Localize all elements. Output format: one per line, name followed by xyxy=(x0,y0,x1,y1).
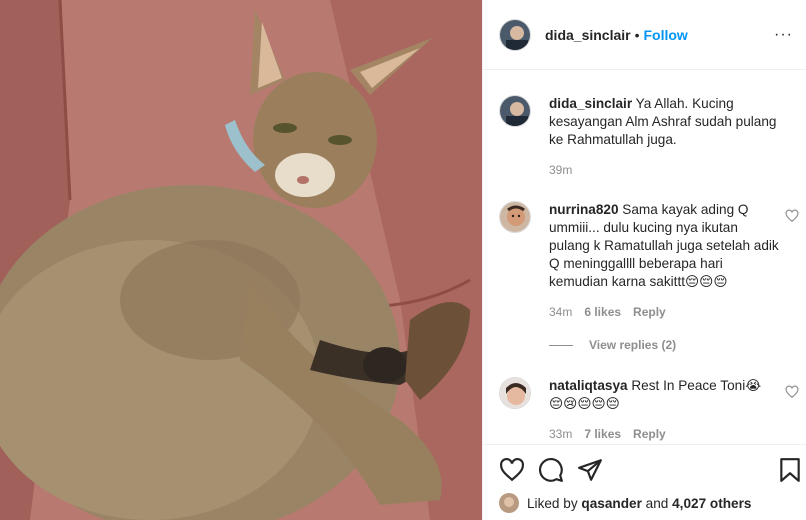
comment-icon[interactable] xyxy=(538,457,564,483)
liker-avatar[interactable] xyxy=(499,493,519,513)
comment-text-block: nataliqtasya Rest In Peace Toni😭 😔😢😔😔😔 xyxy=(549,377,779,413)
author-avatar[interactable] xyxy=(499,18,531,51)
view-replies-label: View replies (2) xyxy=(589,338,677,352)
small-heart-icon[interactable] xyxy=(785,385,799,399)
small-heart-icon[interactable] xyxy=(785,209,799,223)
caption-text-block: dida_sinclair Ya Allah. Kucing kesayanga… xyxy=(549,95,779,149)
likes-summary: Liked by qasander and 4,027 others xyxy=(499,493,751,513)
comment-likes[interactable]: 6 likes xyxy=(584,305,621,319)
reply-button[interactable]: Reply xyxy=(633,305,666,319)
comment-username[interactable]: nataliqtasya xyxy=(549,378,628,393)
follow-button[interactable]: Follow xyxy=(644,27,688,43)
caption-avatar[interactable] xyxy=(499,95,531,127)
more-options-icon[interactable]: ··· xyxy=(774,26,793,44)
comments-list[interactable]: dida_sinclair Ya Allah. Kucing kesayanga… xyxy=(483,71,806,443)
caption-meta: 39m xyxy=(549,163,572,177)
comment-time[interactable]: 34m xyxy=(549,305,572,319)
likes-and: and xyxy=(645,495,669,511)
caption-time[interactable]: 39m xyxy=(549,163,572,177)
view-replies-button[interactable]: View replies (2) xyxy=(549,338,676,352)
commenter-avatar[interactable] xyxy=(499,201,531,233)
comment-meta: 34m 6 likes Reply xyxy=(549,305,666,319)
separator-dot: • xyxy=(634,26,640,43)
comment-time[interactable]: 33m xyxy=(549,427,572,441)
likes-prefix: Liked by xyxy=(527,495,578,511)
share-icon[interactable] xyxy=(577,457,603,483)
comment-likes[interactable]: 7 likes xyxy=(584,427,621,441)
comment-username[interactable]: nurrina820 xyxy=(549,202,619,217)
liker-username[interactable]: qasander xyxy=(581,496,641,511)
author-username[interactable]: dida_sinclair xyxy=(545,27,631,43)
comment-text-block: nurrina820 Sama kayak ading Q ummiii... … xyxy=(549,201,779,291)
post-photo[interactable] xyxy=(0,0,482,520)
post-header: dida_sinclair • Follow ··· xyxy=(483,0,806,70)
post-detail-panel: dida_sinclair • Follow ··· dida_sinclair… xyxy=(482,0,806,520)
caption-item: dida_sinclair Ya Allah. Kucing kesayanga… xyxy=(499,95,799,177)
heart-icon[interactable] xyxy=(499,457,525,483)
commenter-avatar[interactable] xyxy=(499,377,531,409)
comment-item: nurrina820 Sama kayak ading Q ummiii... … xyxy=(499,201,799,352)
caption-username[interactable]: dida_sinclair xyxy=(549,96,632,111)
action-bar: Liked by qasander and 4,027 others xyxy=(483,444,806,520)
replies-line xyxy=(549,344,573,346)
comment-item: nataliqtasya Rest In Peace Toni😭 😔😢😔😔😔 3… xyxy=(499,377,799,443)
cat-photo-illustration xyxy=(0,0,482,520)
likes-others[interactable]: 4,027 others xyxy=(672,496,751,511)
reply-button[interactable]: Reply xyxy=(633,427,666,441)
comment-meta: 33m 7 likes Reply xyxy=(549,427,666,441)
bookmark-icon[interactable] xyxy=(777,457,803,483)
